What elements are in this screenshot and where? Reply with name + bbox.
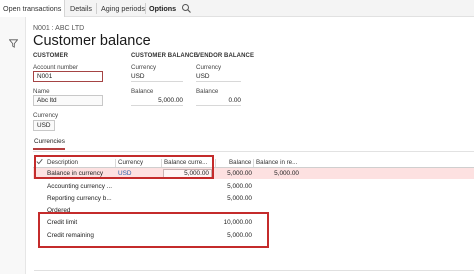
- name-field[interactable]: Abc ltd: [33, 95, 103, 106]
- divider: [34, 270, 474, 271]
- section-customer-balance: CUSTOMER BALANCE: [131, 53, 198, 59]
- column-divider: [253, 159, 254, 167]
- table-row[interactable]: Accounting currency ... 5,000.00: [33, 181, 474, 192]
- tab-open-transactions[interactable]: Open transactions: [0, 0, 66, 17]
- column-divider: [215, 159, 216, 167]
- action-pane-tabs: Open transactions Details Aging periods …: [0, 0, 474, 17]
- cell-balance: 5,000.00: [227, 170, 252, 177]
- tab-aging-periods[interactable]: Aging periods: [98, 0, 148, 17]
- vendor-balance-label: Balance: [196, 88, 219, 95]
- customer-balance-label: Balance: [131, 88, 154, 95]
- tab-options[interactable]: Options: [146, 0, 179, 17]
- cell-description: Accounting currency ...: [47, 183, 113, 190]
- vendor-balance-currency-label: Currency: [196, 64, 222, 71]
- customer-balance-value: 5,000.00: [131, 95, 183, 106]
- cell-description: Reporting currency b...: [47, 195, 112, 202]
- name-label: Name: [33, 88, 50, 95]
- cell-balance-reporting: 5,000.00: [274, 170, 299, 177]
- filter-icon[interactable]: [9, 39, 18, 48]
- record-caption: N001 : ABC LTD: [33, 25, 85, 32]
- highlight-box: [34, 155, 214, 179]
- currency-label: Currency: [33, 112, 59, 119]
- vendor-balance-currency-value: USD: [196, 71, 241, 82]
- account-number-label: Account number: [33, 64, 79, 71]
- search-icon[interactable]: [181, 3, 192, 14]
- table-row[interactable]: Reporting currency b... 5,000.00: [33, 193, 474, 204]
- column-balance[interactable]: Balance: [229, 157, 251, 168]
- section-customer: CUSTOMER: [33, 53, 69, 59]
- account-number-field[interactable]: N001: [33, 71, 103, 82]
- tab-divider: [96, 3, 97, 14]
- divider: [33, 151, 474, 152]
- currency-field[interactable]: USD: [33, 120, 55, 131]
- section-vendor-balance: VENDOR BALANCE: [196, 53, 255, 59]
- cell-balance: 5,000.00: [227, 195, 252, 202]
- vendor-balance-value: 0.00: [196, 95, 241, 106]
- customer-balance-currency-value: USD: [131, 71, 183, 82]
- page-title: Customer balance: [33, 33, 151, 49]
- tab-currencies[interactable]: Currencies: [34, 138, 65, 145]
- column-balance-reporting[interactable]: Balance in re...: [256, 157, 297, 168]
- customer-balance-currency-label: Currency: [131, 64, 157, 71]
- highlight-box: [38, 212, 269, 248]
- cell-balance: 5,000.00: [227, 183, 252, 190]
- tab-details[interactable]: Details: [67, 0, 95, 17]
- filter-pane: [0, 17, 26, 274]
- active-tab-indicator: [33, 148, 65, 150]
